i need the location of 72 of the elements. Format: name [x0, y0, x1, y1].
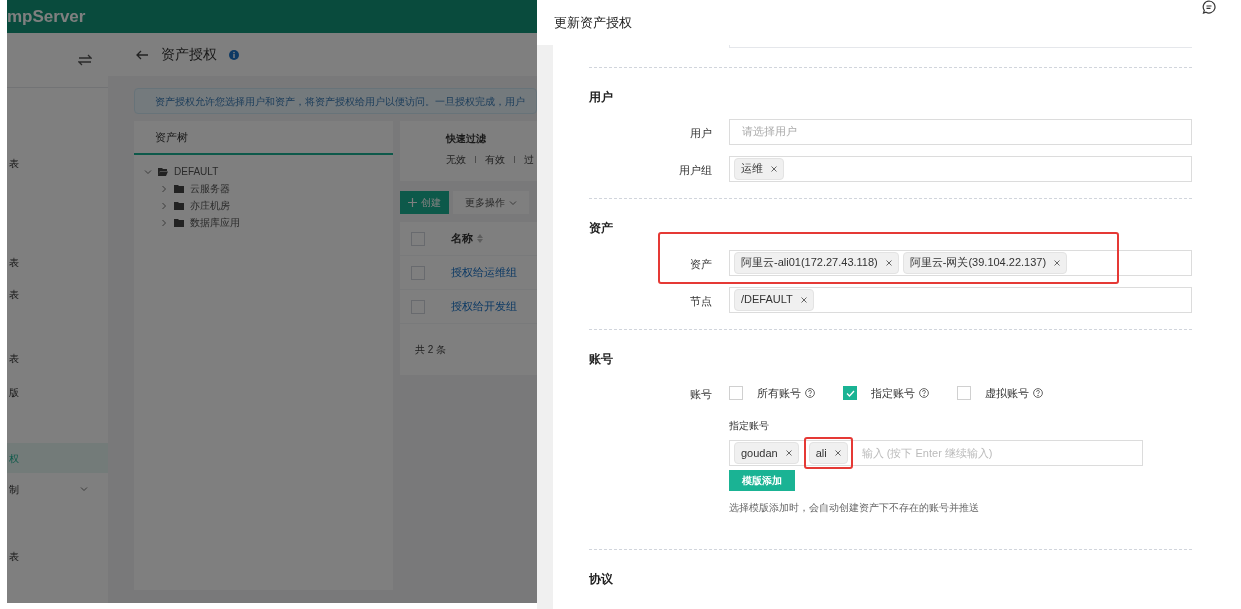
brand-name: mpServer: [7, 5, 86, 28]
total-count: 共 2 条: [415, 343, 447, 357]
filter-title: 快速过滤: [446, 132, 487, 146]
chat-icon[interactable]: [1202, 0, 1216, 14]
folder-icon: [158, 167, 168, 176]
checkbox[interactable]: [843, 386, 857, 400]
swap-icon[interactable]: [78, 54, 92, 66]
close-icon[interactable]: [771, 165, 777, 172]
hint-text: 选择模版添加时，会自动创建资产下不存在的账号并推送: [729, 501, 980, 515]
tag[interactable]: /DEFAULT: [734, 288, 814, 311]
field-label: 资产: [690, 257, 712, 270]
close-icon[interactable]: [834, 450, 841, 456]
tag[interactable]: 运维: [734, 157, 784, 180]
info-icon[interactable]: [229, 49, 239, 60]
close-icon[interactable]: [1054, 259, 1061, 266]
chevron-down-icon[interactable]: [144, 167, 152, 176]
select-field[interactable]: 运维: [729, 155, 1192, 182]
sort-icon[interactable]: [477, 234, 483, 243]
close-icon[interactable]: [885, 259, 892, 266]
section-heading: 用户: [589, 89, 614, 105]
tree-node[interactable]: 数据库应用: [144, 214, 393, 231]
sidebar-item[interactable]: 表: [7, 343, 108, 373]
filter-option[interactable]: 有效: [485, 152, 505, 167]
checkbox-label[interactable]: 虚拟账号: [985, 384, 1029, 402]
section-heading: 账号: [589, 351, 614, 367]
field-label: 账号: [690, 388, 712, 400]
sidebar-item[interactable]: 表: [7, 279, 108, 309]
chevron-down-icon[interactable]: [80, 485, 88, 493]
table-link[interactable]: 授权给运维组: [451, 264, 517, 281]
sidebar-item[interactable]: 表: [7, 247, 108, 277]
tag[interactable]: ali: [808, 442, 848, 464]
select-field[interactable]: /DEFAULT: [729, 286, 1192, 313]
section-heading: 资产: [589, 220, 614, 236]
sidebar-item[interactable]: 版: [7, 377, 108, 407]
field-label: 节点: [690, 294, 712, 307]
tag[interactable]: 阿里云-网关(39.104.22.137): [902, 251, 1068, 274]
tag[interactable]: 阿里云-ali01(172.27.43.118): [734, 251, 899, 274]
table-link[interactable]: 授权给开发组: [451, 298, 517, 315]
section-heading: 协议: [589, 571, 614, 587]
field-label: 用户: [690, 126, 712, 139]
help-icon[interactable]: [1033, 388, 1043, 398]
filter-option[interactable]: 无效: [446, 152, 466, 167]
column-header[interactable]: 名称: [451, 230, 473, 247]
tree-node[interactable]: DEFAULT: [144, 163, 393, 180]
checkbox[interactable]: [957, 386, 971, 400]
close-icon[interactable]: [785, 450, 792, 456]
sidebar-item[interactable]: 表: [7, 148, 108, 178]
field-label: 指定账号: [729, 419, 770, 433]
tag-input-field[interactable]: goudan ali 输入 (按下 Enter 继续输入): [729, 440, 1143, 466]
tree-node[interactable]: 亦庄机房: [144, 197, 393, 214]
select-field[interactable]: 阿里云-ali01(172.27.43.118) 阿里云-网关(39.104.22.137): [729, 249, 1192, 276]
sidebar-item[interactable]: 制: [7, 474, 108, 504]
panel-title: 资产树: [155, 129, 188, 145]
more-actions-button[interactable]: 更多操作: [453, 191, 529, 214]
checkbox[interactable]: [729, 386, 743, 400]
drawer-title: 更新资产授权: [554, 13, 632, 32]
select-field[interactable]: 请选择用户: [729, 118, 1192, 145]
close-icon[interactable]: [800, 296, 807, 303]
page-title: 资产授权: [161, 45, 217, 64]
help-icon[interactable]: [919, 388, 929, 398]
checkbox-label[interactable]: 指定账号: [871, 384, 915, 402]
tree-node[interactable]: 云服务器: [144, 180, 393, 197]
sidebar-item[interactable]: 表: [7, 541, 108, 571]
plus-icon: [408, 198, 417, 207]
chevron-down-icon[interactable]: [509, 198, 517, 207]
help-icon[interactable]: [805, 388, 815, 398]
template-add-button[interactable]: 模版添加: [729, 470, 795, 491]
filter-option[interactable]: 过: [524, 152, 534, 167]
checkbox-label[interactable]: 所有账号: [757, 384, 801, 402]
back-arrow-icon[interactable]: [136, 49, 149, 60]
field-label: 用户组: [679, 163, 712, 176]
tag[interactable]: goudan: [734, 442, 799, 464]
